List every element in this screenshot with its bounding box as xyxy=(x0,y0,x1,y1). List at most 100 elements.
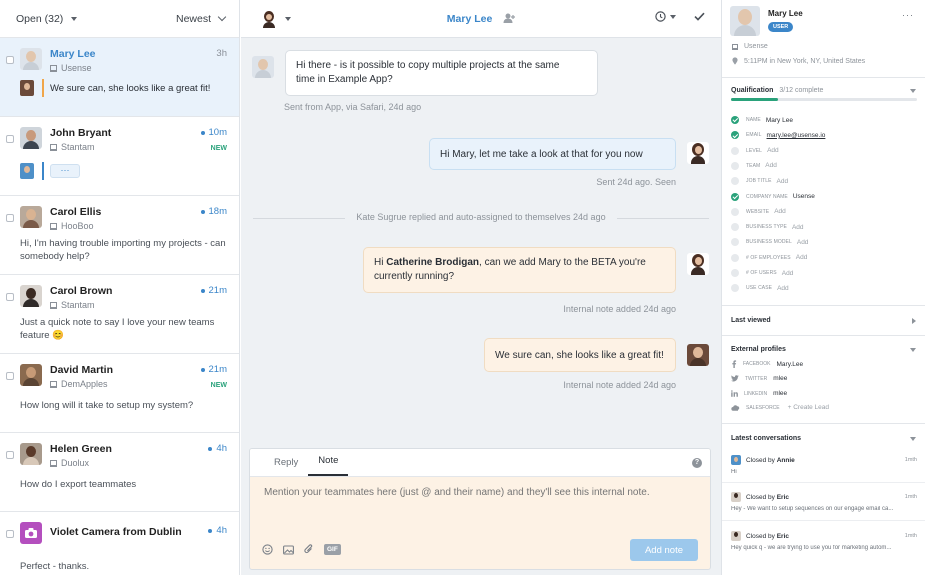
add-field-link[interactable]: Add xyxy=(792,224,804,231)
check-empty-icon xyxy=(731,269,739,277)
close-conversation-check-icon[interactable] xyxy=(694,12,705,21)
conversation-item-helen-green[interactable]: Helen Green Duolux 4h How do I export te… xyxy=(0,433,239,512)
thread-title-wrap: Mary Lee xyxy=(241,13,721,25)
gif-button[interactable]: GIF xyxy=(324,544,341,555)
add-field-link[interactable]: Add xyxy=(774,208,786,215)
field-value[interactable]: Mary Lee xyxy=(766,117,793,124)
company-name: Usense xyxy=(61,63,92,73)
building-icon xyxy=(50,222,57,230)
last-viewed-section[interactable]: Last viewed xyxy=(722,305,925,335)
external-profile-twitter: TWITTER mlee xyxy=(731,375,787,382)
select-checkbox[interactable] xyxy=(6,293,14,301)
note-input[interactable] xyxy=(264,487,694,498)
section-title[interactable]: External profiles xyxy=(731,346,786,353)
image-icon[interactable] xyxy=(283,544,294,555)
check-empty-icon xyxy=(731,284,739,293)
add-field-link[interactable]: Add xyxy=(765,162,777,169)
conversation-item-john-bryant[interactable]: John Bryant Stantam 10m NEW ··· xyxy=(0,117,239,196)
collapse-caret-icon[interactable] xyxy=(910,89,916,93)
avatar xyxy=(20,285,42,307)
filter-label: Open (32) xyxy=(16,12,64,25)
add-participant-icon[interactable] xyxy=(503,13,516,24)
message-meta: Sent from App, via Safari, 24d ago xyxy=(284,102,422,112)
conversation-item-mary-lee[interactable]: Mary Lee Usense 3h We sure can, she look… xyxy=(0,38,239,117)
add-field-link[interactable]: Add xyxy=(777,178,789,185)
customer-name: Violet Camera from Dublin xyxy=(50,526,182,538)
timestamp: 21m xyxy=(208,285,227,296)
select-checkbox[interactable] xyxy=(6,214,14,222)
help-icon[interactable]: ? xyxy=(692,458,702,468)
unread-dot-icon xyxy=(208,528,213,533)
conversation-item-carol-ellis[interactable]: Carol Ellis HooBoo 18m Hi, I'm having tr… xyxy=(0,196,239,275)
tab-reply[interactable]: Reply xyxy=(264,457,308,476)
field-value[interactable]: mary.lee@usense.io xyxy=(767,132,826,139)
latest-conversation-item[interactable]: Closed by Eric 1mth Hey quick q - we are… xyxy=(731,531,919,551)
expand-caret-icon[interactable] xyxy=(912,318,916,324)
select-checkbox[interactable] xyxy=(6,530,14,538)
message-text-line-1: Hi there - is it possible to copy multip… xyxy=(296,60,560,71)
add-field-link[interactable]: Add xyxy=(767,147,779,154)
building-icon xyxy=(50,64,57,72)
agent-avatar xyxy=(687,142,709,164)
qualification-progress-text: 3/12 complete xyxy=(779,87,824,94)
role-badge: USER xyxy=(768,22,794,32)
section-title[interactable]: Latest conversations xyxy=(731,435,801,442)
field-value[interactable]: Usense xyxy=(793,193,815,200)
create-lead-link[interactable]: + Create Lead xyxy=(788,404,829,411)
location-text: 5:11PM in New York, NY, United States xyxy=(744,57,866,65)
conversation-time: 1mth xyxy=(904,457,917,463)
qualification-header[interactable]: Qualification 3/12 complete xyxy=(731,87,823,94)
select-checkbox[interactable] xyxy=(6,135,14,143)
sort-dropdown[interactable]: Newest xyxy=(176,12,227,25)
new-badge: NEW xyxy=(210,382,227,389)
message-meta: Internal note added 24d ago xyxy=(563,380,676,390)
add-note-button[interactable]: Add note xyxy=(630,539,698,561)
add-field-link[interactable]: Add xyxy=(777,285,789,292)
profile-value[interactable]: mlee xyxy=(773,390,787,397)
internal-note: We sure can, she looks like a great fit! xyxy=(484,338,676,372)
profile-value[interactable]: Mary.Lee xyxy=(777,361,804,368)
message-text-line-2: time in Example App? xyxy=(296,74,393,85)
timestamp: 10m xyxy=(208,127,227,138)
add-field-link[interactable]: Add xyxy=(796,254,808,261)
field-label: USE CASE xyxy=(746,285,773,292)
select-checkbox[interactable] xyxy=(6,372,14,380)
select-checkbox[interactable] xyxy=(6,451,14,459)
tab-note[interactable]: Note xyxy=(308,455,349,476)
add-field-link[interactable]: Add xyxy=(797,239,809,246)
emoji-icon[interactable] xyxy=(262,544,273,555)
agent-avatar xyxy=(20,80,34,96)
check-empty-icon xyxy=(731,177,739,186)
timestamp: 4h xyxy=(216,443,227,454)
qualification-field-row: TEAM Add xyxy=(731,160,777,172)
clock-icon xyxy=(655,11,666,22)
latest-conversation-item[interactable]: Closed by Eric 1mth Hey - We want to set… xyxy=(731,492,919,512)
snooze-dropdown[interactable] xyxy=(655,11,676,22)
mention[interactable]: Catherine Brodigan xyxy=(386,257,479,268)
attachment-icon[interactable] xyxy=(304,544,314,555)
profile-value[interactable]: mlee xyxy=(773,375,787,382)
message-meta: Internal note added 24d ago xyxy=(563,304,676,314)
conversation-item-carol-brown[interactable]: Carol Brown Stantam 21m Just a quick not… xyxy=(0,275,239,354)
camera-avatar-icon xyxy=(20,522,42,544)
select-checkbox[interactable] xyxy=(6,56,14,64)
collapse-caret-icon[interactable] xyxy=(910,348,916,352)
salesforce-cloud-icon xyxy=(731,404,740,411)
add-field-link[interactable]: Add xyxy=(782,270,794,277)
filter-dropdown[interactable]: Open (32) xyxy=(16,12,78,25)
agent-avatar xyxy=(731,492,741,502)
customer-name: Mary Lee xyxy=(50,48,96,60)
composer: Reply Note ? GIF Add note xyxy=(249,448,711,570)
latest-conversation-item[interactable]: Closed by Annie 1mth Hi xyxy=(731,455,919,475)
thread-title[interactable]: Mary Lee xyxy=(447,13,493,25)
timestamp: 18m xyxy=(208,206,227,217)
collapse-caret-icon[interactable] xyxy=(910,437,916,441)
profile-label: TWITTER xyxy=(745,375,768,382)
more-options-icon[interactable]: ··· xyxy=(902,10,914,20)
avatar xyxy=(20,443,42,465)
section-title: Last viewed xyxy=(731,317,771,324)
conversation-item-david-martin[interactable]: David Martin DemApples 21m NEW How long … xyxy=(0,354,239,433)
note-text-pre: Hi xyxy=(374,257,387,268)
conversation-item-violet-camera[interactable]: Violet Camera from Dublin 4h Perfect - t… xyxy=(0,512,239,575)
field-label: COMPANY NAME xyxy=(746,193,788,200)
